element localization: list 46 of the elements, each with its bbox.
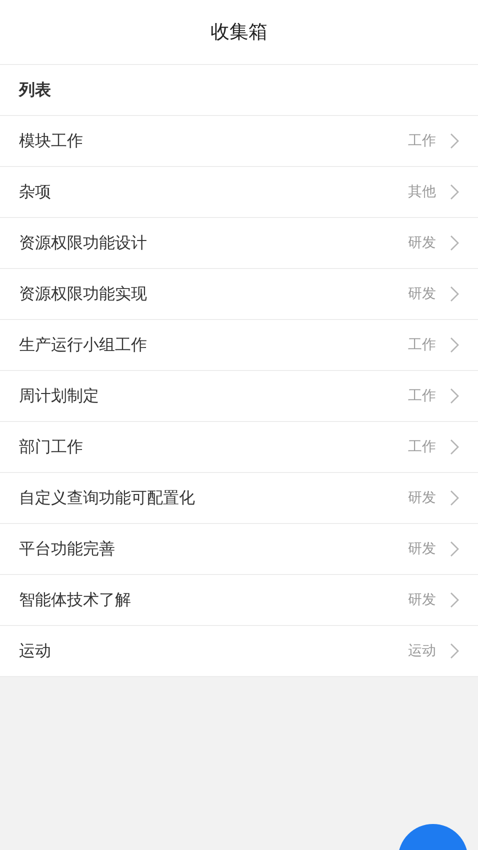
list-item[interactable]: 智能体技术了解 研发 [0, 575, 478, 626]
item-name: 资源权限功能实现 [19, 284, 148, 304]
item-name: 模块工作 [19, 130, 84, 152]
list-item[interactable]: 杂项 其他 [0, 167, 478, 218]
item-category: 运动 [408, 642, 436, 660]
item-category: 工作 [408, 132, 436, 150]
item-category: 工作 [408, 438, 436, 456]
list-item[interactable]: 运动 运动 [0, 626, 478, 677]
list-item[interactable]: 自定义查询功能可配置化 研发 [0, 473, 478, 524]
section-title: 列表 [19, 80, 51, 100]
list-item[interactable]: 生产运行小组工作 工作 [0, 320, 478, 371]
item-category: 工作 [408, 336, 436, 354]
list-item[interactable]: 模块工作 工作 [0, 116, 478, 167]
item-name: 智能体技术了解 [19, 590, 132, 610]
list-item[interactable]: 资源权限功能设计 研发 [0, 218, 478, 269]
page-title: 收集箱 [210, 20, 268, 45]
chevron-icon [450, 439, 459, 455]
chevron-icon [450, 337, 459, 353]
item-name: 资源权限功能设计 [19, 232, 148, 254]
item-category: 研发 [408, 285, 436, 303]
list-item[interactable]: 资源权限功能实现 研发 [0, 269, 478, 320]
chevron-icon [450, 643, 459, 659]
item-name: 平台功能完善 [19, 538, 116, 560]
item-category: 研发 [408, 540, 436, 558]
list-item[interactable]: 部门工作 工作 [0, 422, 478, 473]
item-category: 其他 [408, 183, 436, 201]
item-name: 自定义查询功能可配置化 [19, 488, 196, 508]
chevron-icon [450, 286, 459, 302]
chevron-icon [450, 541, 459, 557]
chevron-icon [450, 388, 459, 404]
item-name: 杂项 [19, 182, 52, 202]
item-category: 研发 [408, 234, 436, 252]
list-item[interactable]: 周计划制定 工作 [0, 371, 478, 422]
chevron-icon [450, 184, 459, 200]
item-category: 工作 [408, 387, 436, 405]
item-category: 研发 [408, 489, 436, 507]
item-name: 部门工作 [19, 436, 84, 458]
chevron-icon [450, 133, 459, 149]
item-name: 周计划制定 [19, 386, 100, 406]
chevron-icon [450, 235, 459, 251]
item-name: 运动 [19, 640, 52, 662]
chevron-icon [450, 592, 459, 608]
list-item[interactable]: 平台功能完善 研发 [0, 524, 478, 575]
chevron-icon [450, 490, 459, 506]
item-name: 生产运行小组工作 [19, 334, 148, 356]
item-category: 研发 [408, 591, 436, 609]
